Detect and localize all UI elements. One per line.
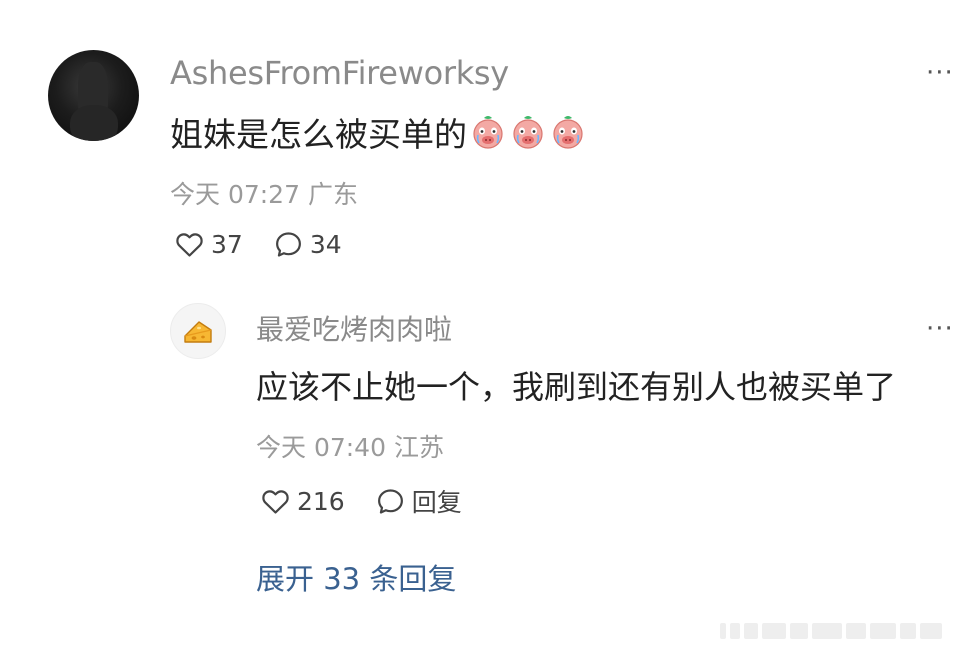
comment-username[interactable]: AshesFromFireworksy xyxy=(170,54,509,92)
comment-bubble-icon xyxy=(275,232,301,257)
more-options-icon[interactable]: ··· xyxy=(926,314,954,344)
emoji-group xyxy=(471,114,585,150)
crying-pig-face-emoji xyxy=(553,116,583,149)
comment-bubble-icon xyxy=(377,488,403,514)
like-button[interactable]: 37 xyxy=(174,229,243,260)
heart-icon xyxy=(262,489,289,514)
like-button[interactable]: 216 xyxy=(260,486,345,517)
crying-pig-face-emoji xyxy=(513,116,543,149)
reply-time: 今天 07:40 xyxy=(256,433,386,462)
comment-text: 姐妹是怎么被买单的 xyxy=(170,115,467,154)
watermark xyxy=(720,620,960,642)
crying-pig-face-emoji xyxy=(473,116,503,149)
comment-text-row: 姐妹是怎么被买单的 xyxy=(170,108,585,156)
comment-meta: 今天 07:27 广东 xyxy=(170,175,358,211)
like-count: 216 xyxy=(297,486,345,516)
reply-label: 回复 xyxy=(411,488,462,517)
comment-time: 今天 07:27 xyxy=(170,180,300,209)
avatar[interactable] xyxy=(48,50,139,141)
expand-replies-link[interactable]: 展开 33 条回复 xyxy=(256,556,456,598)
reply-username[interactable]: 最爱吃烤肉肉啦 xyxy=(256,308,452,348)
reply-location: 江苏 xyxy=(393,433,444,462)
reply-meta: 今天 07:40 江苏 xyxy=(256,428,444,464)
comment-actions: 37 34 xyxy=(174,229,342,260)
comment-thread: AshesFromFireworksy ··· 姐妹是怎么被买单的 今天 07:… xyxy=(0,0,970,652)
reply-avatar[interactable] xyxy=(170,303,226,359)
like-count: 37 xyxy=(211,230,243,259)
heart-icon xyxy=(176,233,203,257)
comment-location: 广东 xyxy=(307,180,358,209)
cheese-icon xyxy=(184,321,212,343)
reply-button[interactable]: 34 xyxy=(273,229,342,260)
reply-actions: 216 回复 xyxy=(260,483,462,519)
reply-button[interactable]: 回复 xyxy=(375,483,462,519)
reply-count: 34 xyxy=(309,230,342,259)
reply-text: 应该不止她一个，我刷到还有别人也被买单了 xyxy=(256,368,897,406)
more-options-icon[interactable]: ··· xyxy=(926,58,954,88)
